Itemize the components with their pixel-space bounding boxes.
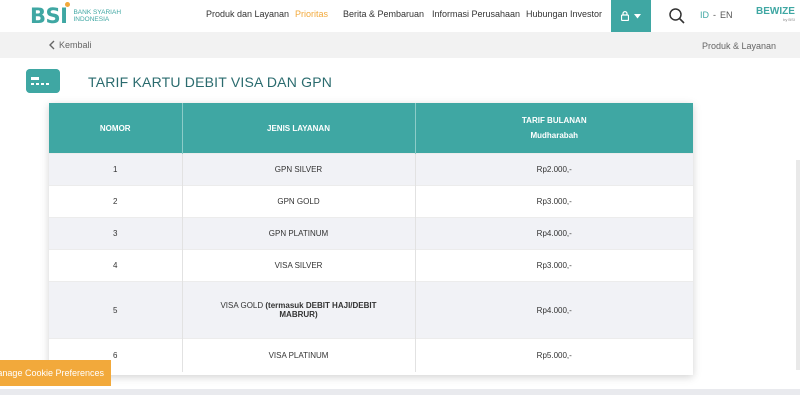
- cell-nomor: 2: [49, 185, 183, 218]
- nav-item-investor[interactable]: Hubungan Investor: [526, 9, 602, 19]
- cell-service: GPN GOLD: [182, 185, 416, 218]
- logo-dot-icon: [65, 2, 70, 7]
- bsi-logo[interactable]: BSI BANK SYARIAH INDONESIA: [30, 2, 135, 28]
- bewize-logo[interactable]: BEWIZE by BSI: [756, 6, 795, 23]
- bottom-strip: [0, 389, 800, 395]
- back-label: Kembali: [59, 40, 92, 50]
- tariff-table-card: NOMOR JENIS LAYANAN TARIF BULANAN Mudhar…: [49, 103, 693, 375]
- page-title: TARIF KARTU DEBIT VISA DAN GPN: [88, 74, 333, 90]
- caret-down-icon: [634, 13, 641, 18]
- lock-icon: [621, 11, 629, 21]
- breadcrumb-current[interactable]: Produk & Layanan: [702, 41, 776, 51]
- cell-nomor: 3: [49, 217, 183, 250]
- lang-en-link[interactable]: EN: [720, 10, 733, 20]
- login-dropdown-button[interactable]: [611, 0, 651, 32]
- cell-nomor: 5: [49, 281, 183, 339]
- cell-service: VISA PLATINUM: [182, 338, 416, 372]
- cell-nomor: 4: [49, 249, 183, 282]
- table-row: 2 GPN GOLD Rp3.000,-: [49, 185, 693, 218]
- cell-fee: Rp5.000,-: [415, 338, 693, 372]
- table-row: 5 VISA GOLD (termasuk DEBIT HAJI/DEBIT M…: [49, 281, 693, 339]
- table-row: 6 VISA PLATINUM Rp5.000,-: [49, 338, 693, 372]
- cell-service: VISA GOLD (termasuk DEBIT HAJI/DEBIT MAB…: [182, 281, 416, 339]
- lang-id-link[interactable]: ID: [700, 10, 709, 20]
- header-jenis-layanan: JENIS LAYANAN: [182, 103, 416, 154]
- manage-cookie-button[interactable]: Manage Cookie Preferences: [0, 360, 111, 386]
- nav-item-prioritas[interactable]: Prioritas: [295, 9, 328, 19]
- breadcrumb-bar: Kembali Produk & Layanan: [0, 32, 800, 58]
- cell-service: GPN SILVER: [182, 153, 416, 186]
- nav-item-produk[interactable]: Produk dan Layanan: [206, 9, 289, 19]
- table-row: 1 GPN SILVER Rp2.000,-: [49, 153, 693, 186]
- logo-text: BSI: [30, 4, 68, 28]
- service-prefix: VISA GOLD: [220, 301, 266, 310]
- nav-item-informasi[interactable]: Informasi Perusahaan: [432, 9, 520, 19]
- service-bold-note: (termasuk DEBIT HAJI/DEBIT MABRUR): [265, 301, 377, 319]
- cell-fee: Rp3.000,-: [415, 185, 693, 218]
- cell-fee: Rp4.000,-: [415, 281, 693, 339]
- cell-service: GPN PLATINUM: [182, 217, 416, 250]
- top-navbar: BSI BANK SYARIAH INDONESIA Produk dan La…: [0, 0, 800, 32]
- table-row: 4 VISA SILVER Rp3.000,-: [49, 249, 693, 282]
- language-switch: ID - EN: [700, 10, 733, 20]
- header-tarif-bulanan: TARIF BULANAN Mudharabah: [415, 103, 693, 154]
- table-row: 3 GPN PLATINUM Rp4.000,-: [49, 217, 693, 250]
- search-icon[interactable]: [668, 7, 686, 25]
- header-tarif-line2: Mudharabah: [530, 131, 579, 140]
- bewize-text: BEWIZE: [756, 6, 795, 17]
- nav-item-berita[interactable]: Berita & Pembaruan: [343, 9, 424, 19]
- cell-fee: Rp3.000,-: [415, 249, 693, 282]
- back-link[interactable]: Kembali: [48, 40, 92, 50]
- chevron-left-icon: [49, 40, 55, 50]
- logo-subtitle: BANK SYARIAH INDONESIA: [73, 9, 122, 23]
- cell-service: VISA SILVER: [182, 249, 416, 282]
- header-tarif-line1: TARIF BULANAN: [521, 116, 587, 125]
- table-header-row: NOMOR JENIS LAYANAN TARIF BULANAN Mudhar…: [49, 103, 693, 154]
- page-header: TARIF KARTU DEBIT VISA DAN GPN: [0, 58, 800, 102]
- tariff-table: NOMOR JENIS LAYANAN TARIF BULANAN Mudhar…: [49, 103, 693, 372]
- lang-separator: -: [713, 10, 716, 20]
- cell-fee: Rp2.000,-: [415, 153, 693, 186]
- cell-fee: Rp4.000,-: [415, 217, 693, 250]
- card-icon: [26, 69, 60, 93]
- right-edge-panel: [796, 160, 800, 370]
- header-nomor: NOMOR: [49, 103, 183, 154]
- bewize-subtext: by BSI: [783, 17, 795, 22]
- cell-nomor: 1: [49, 153, 183, 186]
